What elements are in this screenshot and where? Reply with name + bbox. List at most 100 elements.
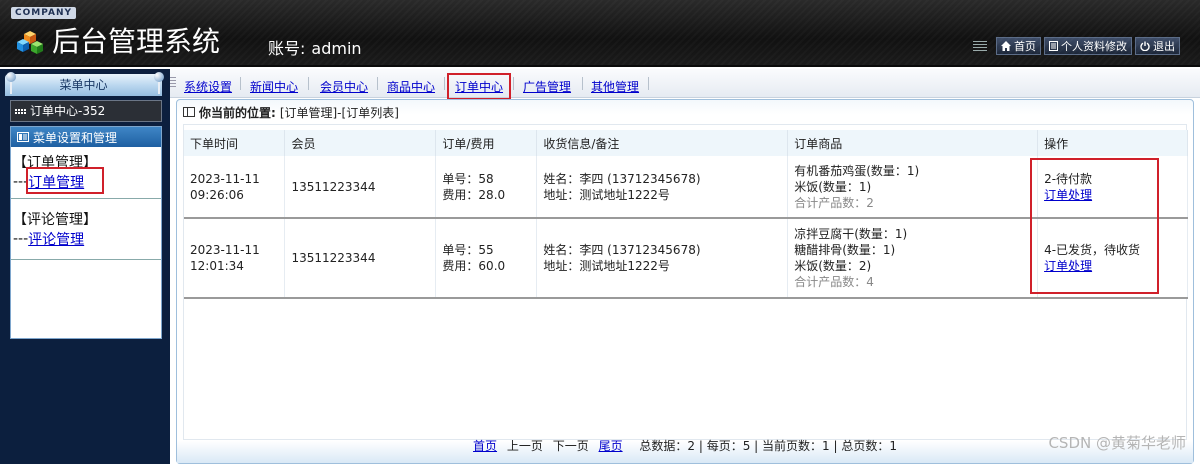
table-header-row: 下单时间 会员 订单/费用 收货信息/备注 订单商品 操作 bbox=[184, 130, 1188, 156]
pagination: 首页 上一页 下一页 尾页 总数据：2 | 每页：5 | 当前页数：1 | 总页… bbox=[177, 437, 1193, 454]
column-header: 下单时间 bbox=[184, 130, 286, 156]
divider bbox=[648, 77, 649, 90]
logout-button[interactable]: 退出 bbox=[1135, 37, 1180, 55]
nav-other-management[interactable]: 其他管理 bbox=[591, 78, 639, 95]
power-icon bbox=[1140, 41, 1150, 51]
recipient-name: 姓名：李四 (13712345678) bbox=[543, 243, 701, 257]
profile-edit-button[interactable]: 个人资料修改 bbox=[1044, 37, 1132, 55]
top-navigation: 系统设置 新闻中心 会员中心 商品中心 订单中心 广告管理 其他管理 bbox=[170, 69, 1200, 100]
recipient-address: 地址：测试地址1222号 bbox=[543, 259, 670, 273]
divider bbox=[11, 259, 161, 260]
order-item: 凉拌豆腐干(数量：1) bbox=[794, 227, 908, 241]
menu-center-title: 菜单中心 bbox=[59, 78, 108, 92]
header-actions: 首页 个人资料修改 退出 bbox=[973, 37, 1180, 55]
recipient-name: 姓名：李四 (13712345678) bbox=[543, 171, 701, 186]
menu-bars-icon bbox=[973, 40, 987, 52]
home-button[interactable]: 首页 bbox=[996, 37, 1041, 55]
order-time: 09:26:06 bbox=[190, 187, 244, 202]
divider bbox=[308, 77, 309, 90]
account-info: 账号: admin bbox=[268, 35, 362, 59]
account-value: admin bbox=[311, 39, 362, 58]
breadcrumb: 你当前的位置: [订单管理]-[订单列表] bbox=[183, 103, 399, 121]
company-badge: COMPANY bbox=[11, 7, 76, 19]
order-date: 2023-11-11 bbox=[190, 171, 260, 186]
highlight-box bbox=[1030, 158, 1159, 294]
order-time-cell: 2023-11-11 12:01:34 bbox=[184, 218, 286, 298]
menu-settings-header: 菜单设置和管理 bbox=[11, 127, 161, 147]
nav-news-center[interactable]: 新闻中心 bbox=[250, 78, 298, 95]
side-link-row: --- 评论管理 bbox=[11, 229, 161, 249]
app-header: COMPANY 后台管理系统 账号: admin 首页 个人资料修改 退出 bbox=[0, 0, 1200, 67]
pin-icon bbox=[6, 72, 16, 94]
menu-settings-title: 菜单设置和管理 bbox=[33, 130, 118, 145]
shipping-cell: 姓名：李四 (13712345678) 地址：测试地址1222号 bbox=[536, 218, 789, 298]
recipient-address: 地址：测试地址1222号 bbox=[543, 187, 670, 202]
highlight-box bbox=[447, 73, 511, 100]
divider bbox=[240, 77, 241, 90]
main-panel: 你当前的位置: [订单管理]-[订单列表] 下单时间 会员 订单/费用 收货信息… bbox=[176, 99, 1194, 464]
home-icon bbox=[1001, 41, 1011, 51]
prev-page-link[interactable]: 上一页 bbox=[507, 439, 543, 453]
panel-icon bbox=[183, 107, 195, 117]
account-label: 账号: bbox=[268, 39, 306, 58]
order-fee-cell: 单号：58 费用：28.0 bbox=[435, 156, 538, 218]
cubes-logo-icon bbox=[17, 31, 43, 54]
logout-label: 退出 bbox=[1153, 40, 1175, 53]
order-time-cell: 2023-11-11 09:26:06 bbox=[184, 156, 286, 218]
divider bbox=[513, 77, 514, 90]
sidebar-item-comment-management[interactable]: 评论管理 bbox=[28, 229, 84, 249]
column-header: 操作 bbox=[1037, 130, 1188, 156]
nav-ad-management[interactable]: 广告管理 bbox=[523, 78, 571, 95]
order-number: 单号：55 bbox=[442, 243, 494, 257]
order-fee-cell: 单号：55 费用：60.0 bbox=[435, 218, 538, 298]
column-header: 会员 bbox=[284, 130, 437, 156]
last-page-link[interactable]: 尾页 bbox=[599, 439, 623, 453]
list-icon bbox=[17, 132, 29, 142]
order-items-cell: 凉拌豆腐干(数量：1) 糖醋排骨(数量：1) 米饭(数量：2) 合计产品数：4 bbox=[787, 218, 1039, 298]
order-item: 有机番茄鸡蛋(数量：1) bbox=[794, 163, 920, 178]
member-cell: 13511223344 bbox=[284, 156, 437, 218]
items-total: 合计产品数：4 bbox=[794, 275, 874, 289]
member-cell: 13511223344 bbox=[284, 218, 437, 298]
highlight-box bbox=[26, 167, 104, 194]
breadcrumb-path: [订单管理]-[订单列表] bbox=[279, 105, 399, 120]
order-items-cell: 有机番茄鸡蛋(数量：1) 米饭(数量：1) 合计产品数：2 bbox=[787, 156, 1039, 218]
menu-settings-box: 菜单设置和管理 【订单管理】 --- 订单管理 【评论管理】 --- 评论管理 bbox=[10, 126, 162, 339]
grip-icon bbox=[170, 77, 176, 89]
divider bbox=[444, 77, 445, 90]
profile-edit-label: 个人资料修改 bbox=[1061, 40, 1127, 53]
order-fee: 费用：28.0 bbox=[442, 187, 506, 202]
grid-icon bbox=[15, 108, 26, 114]
order-date: 2023-11-11 bbox=[190, 243, 260, 257]
order-number: 单号：58 bbox=[442, 171, 494, 186]
group-title-comments: 【评论管理】 bbox=[13, 212, 97, 228]
document-icon bbox=[1049, 41, 1058, 51]
order-item: 米饭(数量：1) bbox=[794, 179, 872, 194]
left-sidebar: 菜单中心 订单中心-352 菜单设置和管理 【订单管理】 --- 订单管理 【评论… bbox=[0, 69, 170, 464]
first-page-link[interactable]: 首页 bbox=[473, 439, 497, 453]
current-menu[interactable]: 订单中心-352 bbox=[10, 100, 162, 122]
divider bbox=[582, 77, 583, 90]
system-title: 后台管理系统 bbox=[52, 25, 221, 58]
watermark: CSDN @黄菊华老师 bbox=[1048, 434, 1186, 452]
menu-center-header: 菜单中心 bbox=[5, 74, 162, 96]
nav-system-settings[interactable]: 系统设置 bbox=[184, 78, 232, 95]
items-total: 合计产品数：2 bbox=[794, 195, 874, 210]
pager-summary: 总数据：2 | 每页：5 | 当前页数：1 | 总页数：1 bbox=[639, 439, 897, 453]
nav-member-center[interactable]: 会员中心 bbox=[320, 78, 368, 95]
divider bbox=[377, 77, 378, 90]
link-prefix: --- bbox=[13, 231, 29, 247]
next-page-link[interactable]: 下一页 bbox=[553, 439, 589, 453]
nav-product-center[interactable]: 商品中心 bbox=[387, 78, 435, 95]
shipping-cell: 姓名：李四 (13712345678) 地址：测试地址1222号 bbox=[536, 156, 789, 218]
pin-icon bbox=[154, 72, 164, 94]
breadcrumb-label: 你当前的位置: bbox=[199, 105, 276, 120]
order-time: 12:01:34 bbox=[190, 259, 244, 273]
order-table-container: 下单时间 会员 订单/费用 收货信息/备注 订单商品 操作 2023-11-11… bbox=[183, 124, 1188, 440]
order-fee: 费用：60.0 bbox=[442, 259, 506, 273]
home-button-label: 首页 bbox=[1014, 40, 1036, 53]
order-item: 米饭(数量：2) bbox=[794, 259, 872, 273]
column-header: 收货信息/备注 bbox=[536, 130, 789, 156]
current-menu-label: 订单中心-352 bbox=[30, 104, 106, 118]
order-item: 糖醋排骨(数量：1) bbox=[794, 243, 896, 257]
